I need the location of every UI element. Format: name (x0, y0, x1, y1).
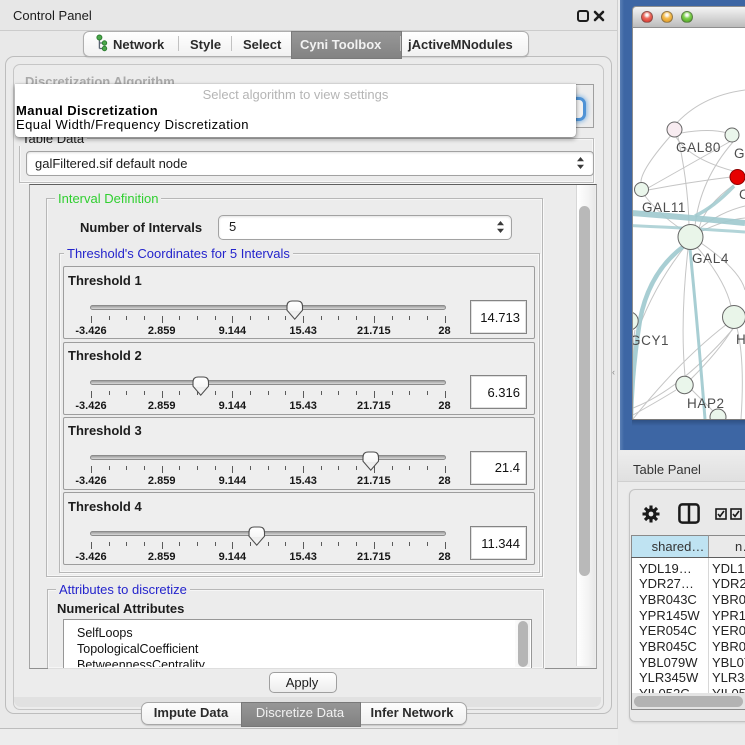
svg-text:GAL4: GAL4 (692, 251, 729, 266)
svg-text:GAL11: GAL11 (642, 200, 686, 215)
svg-text:HAP2: HAP2 (687, 396, 725, 411)
svg-text:H: H (736, 332, 745, 347)
svg-text:GAL80: GAL80 (676, 140, 721, 155)
svg-text:C: C (739, 187, 745, 202)
svg-text:G: G (734, 146, 745, 161)
svg-text:GCY1: GCY1 (633, 333, 669, 348)
